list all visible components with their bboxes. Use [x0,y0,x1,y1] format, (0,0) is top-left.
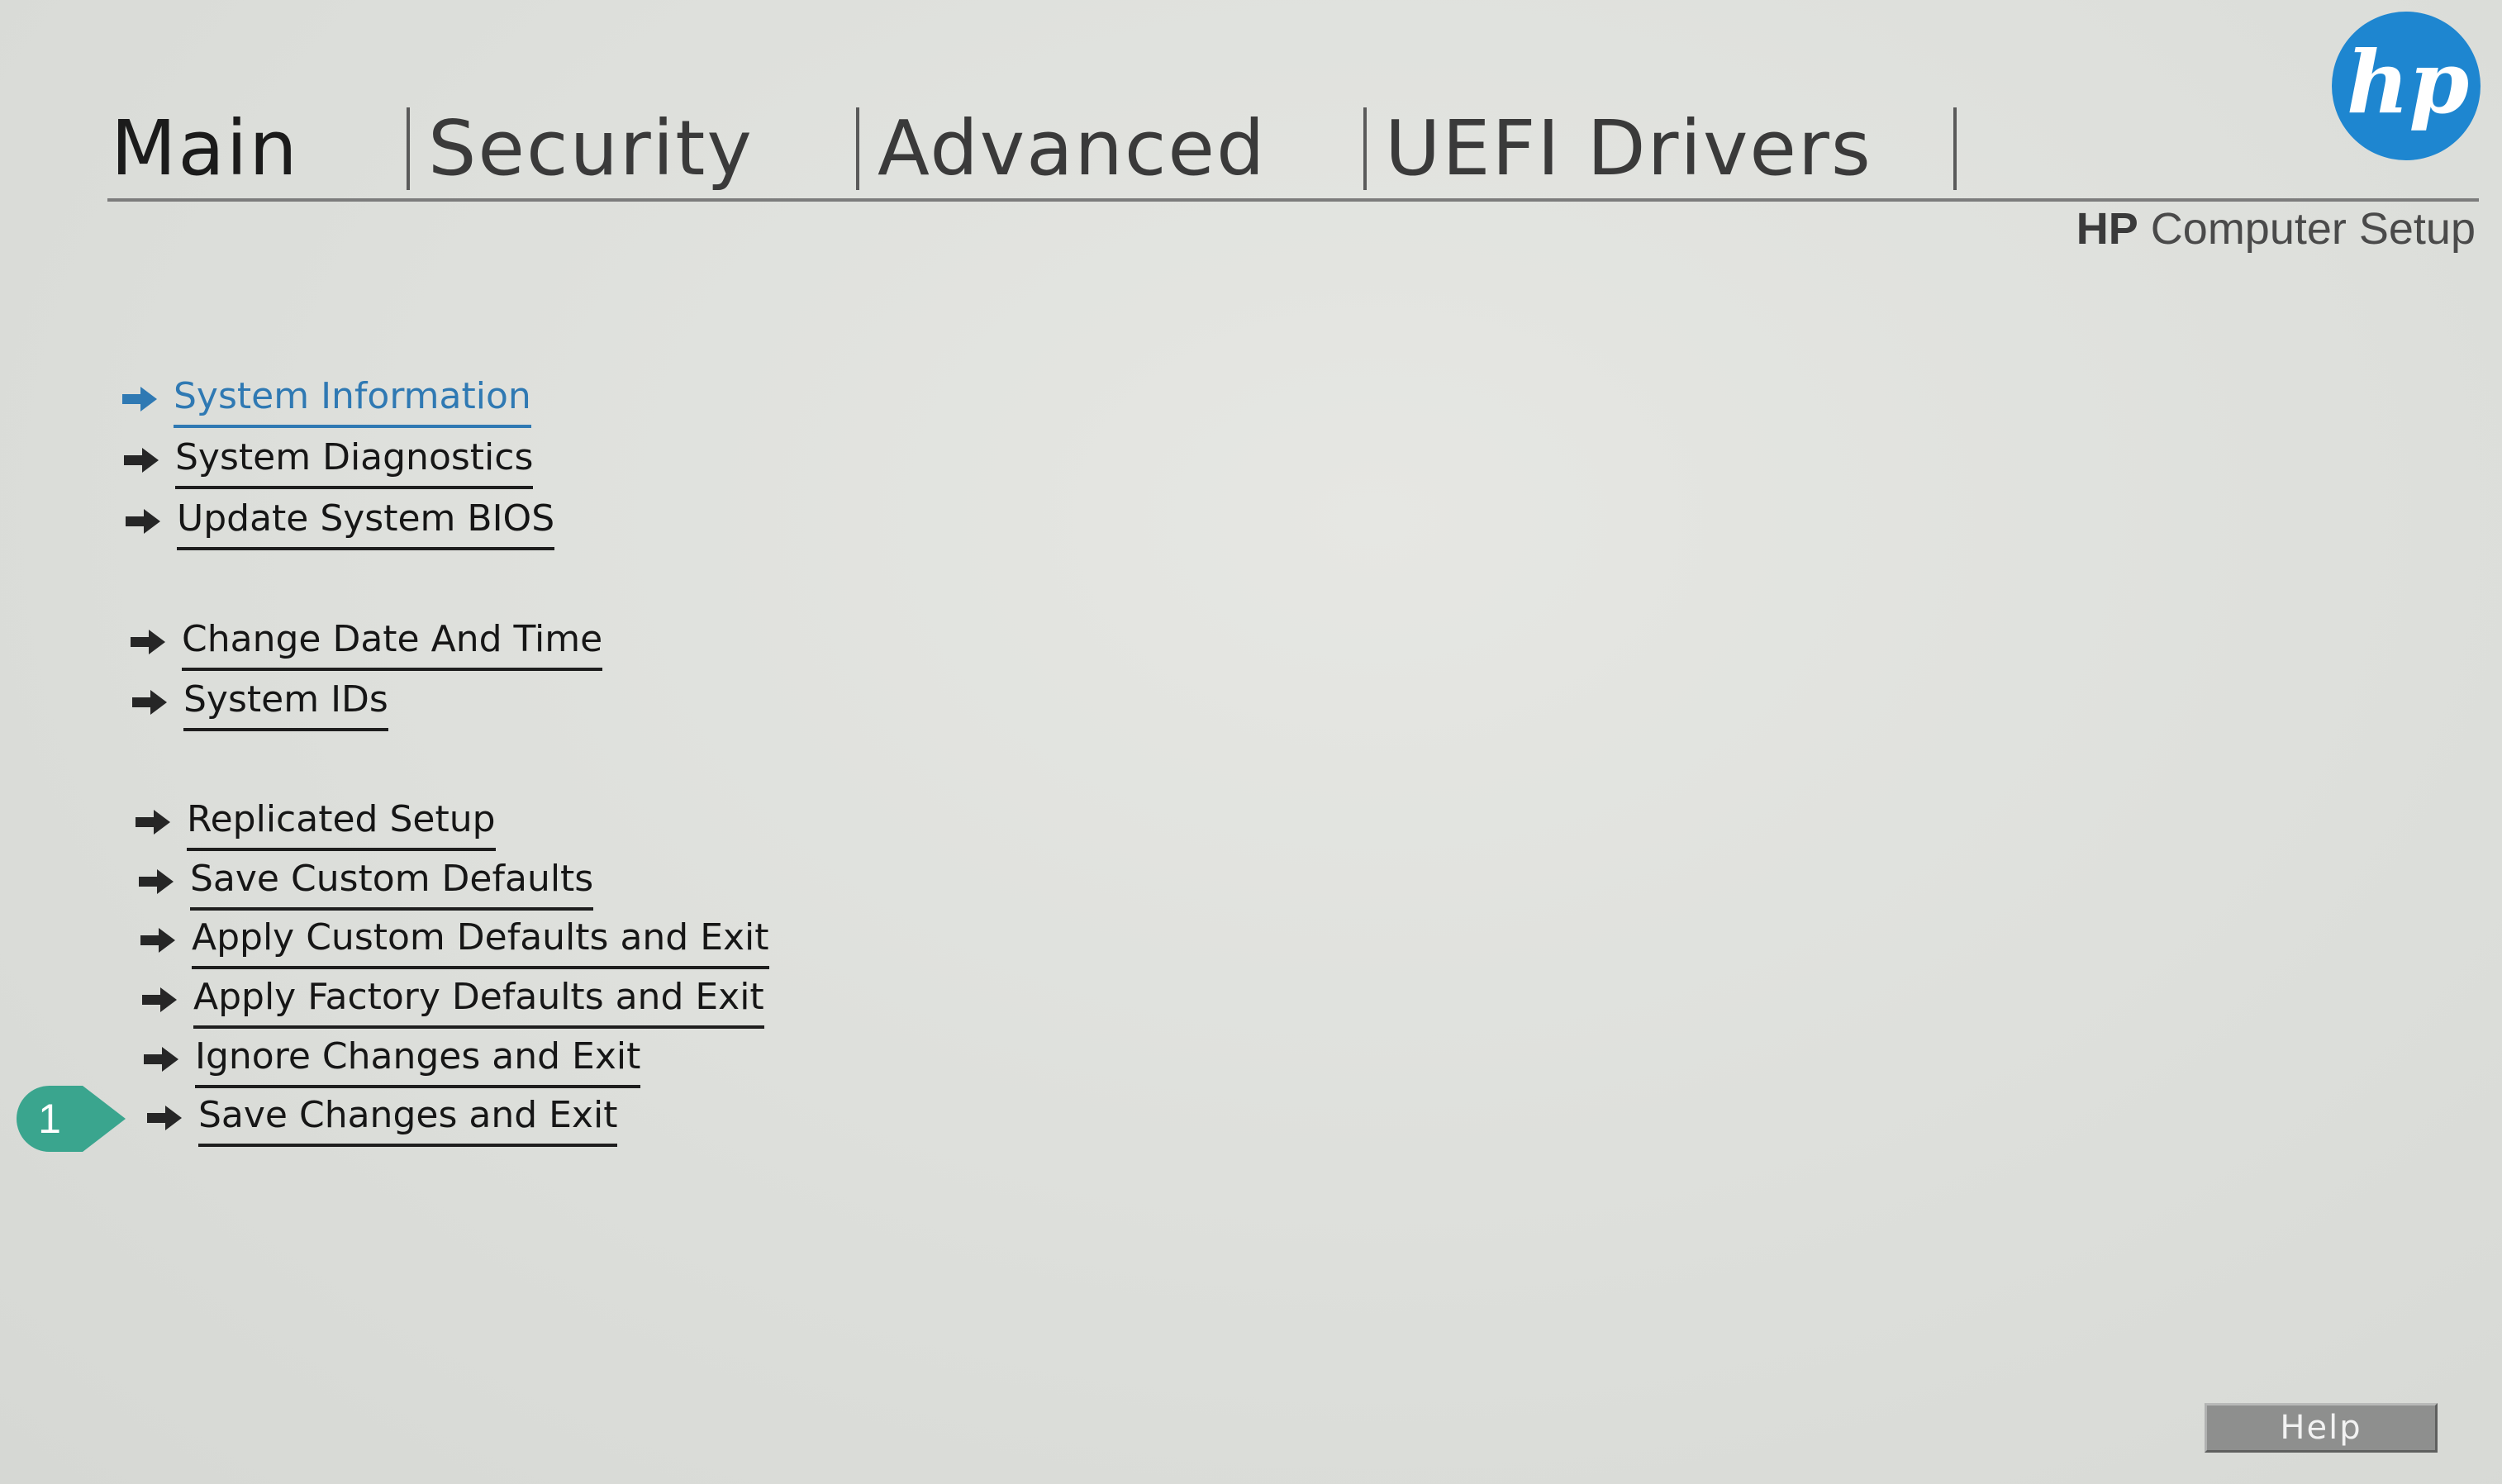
right-arrow-icon [124,507,162,535]
menu-item-label: Update System BIOS [177,492,555,550]
tab-underline [107,198,2479,202]
menu-item-ignore-changes-and-exit[interactable]: Ignore Changes and Exit [142,1030,641,1088]
menu-item-apply-factory-defaults-and-exit[interactable]: Apply Factory Defaults and Exit [140,971,764,1029]
tab-separator [1363,107,1367,190]
menu-item-label: Ignore Changes and Exit [195,1030,641,1088]
tab-security[interactable]: Security [428,99,754,198]
menu-item-label: System IDs [183,673,388,731]
right-arrow-icon [122,446,160,474]
menu-item-label: Replicated Setup [187,793,496,851]
menu-item-label: Save Changes and Exit [198,1089,618,1147]
menu-item-system-information[interactable]: System Information [121,370,531,428]
menu-item-save-changes-and-exit[interactable]: Save Changes and Exit [145,1089,618,1147]
callout-number: 1 [38,1096,61,1142]
tab-uefi-drivers[interactable]: UEFI Drivers [1385,99,1872,198]
svg-text:hp: hp [2347,31,2469,133]
tab-separator [1953,107,1957,190]
right-arrow-icon [139,926,177,954]
tab-advanced[interactable]: Advanced [878,99,1266,198]
help-button[interactable]: Help [2205,1403,2438,1453]
right-arrow-icon [142,1045,180,1073]
menu-item-label: Change Date And Time [182,613,603,671]
hp-logo-icon: hp [2330,10,2482,162]
tab-separator [856,107,859,190]
right-arrow-icon [140,986,178,1014]
app-title: HP Computer Setup [2076,204,2476,254]
menu-item-update-system-bios[interactable]: Update System BIOS [124,492,555,550]
tab-main[interactable]: Main [111,99,299,198]
menu-item-replicated-setup[interactable]: Replicated Setup [134,793,496,851]
menu-item-system-ids[interactable]: System IDs [131,673,388,731]
menu-item-label: Apply Factory Defaults and Exit [193,971,764,1029]
right-arrow-icon [131,688,169,716]
menu-item-change-date-and-time[interactable]: Change Date And Time [129,613,603,671]
menu-item-save-custom-defaults[interactable]: Save Custom Defaults [137,853,594,911]
menu-item-label: Save Custom Defaults [190,853,594,911]
menu-item-label: System Information [174,370,531,428]
right-arrow-icon [121,385,159,413]
tab-separator [407,107,410,190]
right-arrow-icon [134,808,172,836]
menu-item-system-diagnostics[interactable]: System Diagnostics [122,431,534,489]
right-arrow-icon [145,1104,183,1132]
right-arrow-icon [137,868,175,896]
menu-item-label: System Diagnostics [175,431,534,489]
right-arrow-icon [129,628,167,656]
menu-item-apply-custom-defaults-and-exit[interactable]: Apply Custom Defaults and Exit [139,911,769,969]
menu-item-label: Apply Custom Defaults and Exit [192,911,769,969]
